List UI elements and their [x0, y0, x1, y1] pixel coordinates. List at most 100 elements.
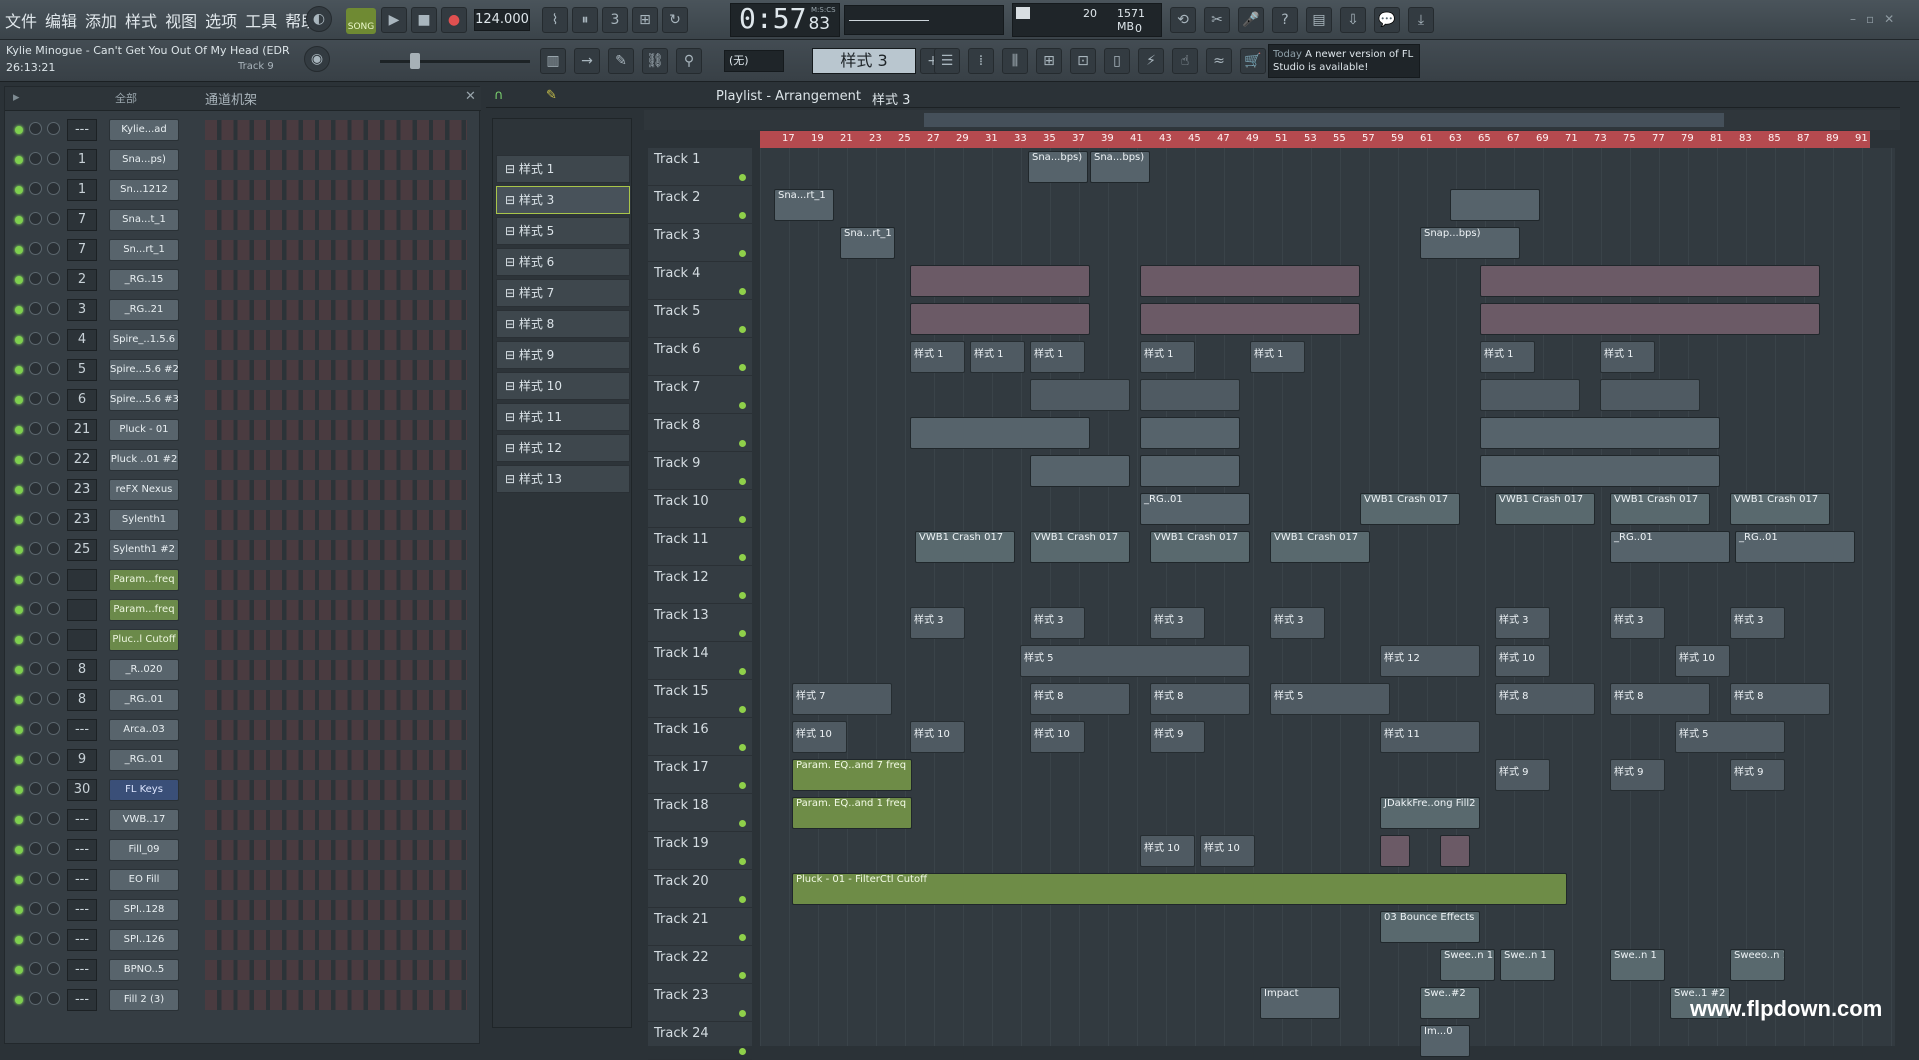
- track-enable-led[interactable]: [739, 668, 746, 675]
- playlist-clip[interactable]: 样式 12: [1380, 645, 1480, 677]
- channel-row[interactable]: 30 FL Keys: [5, 775, 475, 805]
- channel-active-led[interactable]: [15, 426, 23, 434]
- channel-name-button[interactable]: Kylie...ad: [109, 119, 179, 141]
- channel-row[interactable]: 22 Pluck ..01 #2: [5, 445, 475, 475]
- pan-knob-icon[interactable]: [29, 932, 42, 945]
- menu-view[interactable]: 视图: [164, 8, 198, 32]
- mixer-track-number[interactable]: 7: [67, 239, 97, 261]
- track-enable-led[interactable]: [739, 516, 746, 523]
- menu-file[interactable]: 文件: [4, 8, 38, 32]
- rack-arrow-icon[interactable]: ▸: [13, 90, 20, 105]
- channel-name-button[interactable]: _RG..21: [109, 299, 179, 321]
- volume-knob-icon[interactable]: [47, 962, 60, 975]
- playlist-clip[interactable]: 样式 8: [1495, 683, 1595, 715]
- mixer-track-number[interactable]: ---: [67, 929, 97, 951]
- channel-active-led[interactable]: [15, 726, 23, 734]
- channel-active-led[interactable]: [15, 936, 23, 944]
- step-sequencer[interactable]: [205, 900, 467, 920]
- channel-active-led[interactable]: [15, 966, 23, 974]
- pattern-item[interactable]: ⊟ 样式 12: [496, 434, 630, 462]
- track-header[interactable]: Track 1: [648, 148, 752, 186]
- pattern-item[interactable]: ⊟ 样式 13: [496, 465, 630, 493]
- mixer-track-number[interactable]: 3: [67, 299, 97, 321]
- channel-name-button[interactable]: SPI..128: [109, 899, 179, 921]
- download-icon[interactable]: ⤓: [1408, 7, 1434, 33]
- channel-active-led[interactable]: [15, 756, 23, 764]
- playlist-clip[interactable]: [1140, 455, 1240, 487]
- record-icon[interactable]: ●: [441, 7, 467, 33]
- track-enable-led[interactable]: [739, 896, 746, 903]
- volume-knob-icon[interactable]: [47, 302, 60, 315]
- channel-name-button[interactable]: Sn...1212: [109, 179, 179, 201]
- playlist-clip[interactable]: 样式 5: [1020, 645, 1250, 677]
- pan-knob-icon[interactable]: [29, 992, 42, 1005]
- playlist-clip[interactable]: Im...0: [1420, 1025, 1470, 1057]
- volume-knob-icon[interactable]: [47, 992, 60, 1005]
- playlist-clip[interactable]: [1600, 379, 1700, 411]
- playlist-clip[interactable]: VWB1 Crash 017: [1495, 493, 1595, 525]
- channel-name-button[interactable]: Sylenth1 #2: [109, 539, 179, 561]
- pattern-item[interactable]: ⊟ 样式 7: [496, 279, 630, 307]
- save-icon[interactable]: ▤: [1306, 7, 1332, 33]
- volume-knob-icon[interactable]: [47, 362, 60, 375]
- step-sequencer[interactable]: [205, 180, 467, 200]
- pan-knob-icon[interactable]: [29, 542, 42, 555]
- channel-active-led[interactable]: [15, 696, 23, 704]
- mixer-track-number[interactable]: 7: [67, 209, 97, 231]
- track-enable-led[interactable]: [739, 934, 746, 941]
- mixer-track-number[interactable]: ---: [67, 719, 97, 741]
- arrangement-scrollbar[interactable]: [924, 113, 1724, 127]
- channel-row[interactable]: 6 Spire...5.6 #3: [5, 385, 475, 415]
- mixer-track-number[interactable]: 4: [67, 329, 97, 351]
- export-icon[interactable]: ⇩: [1340, 7, 1366, 33]
- pattern-item[interactable]: ⊟ 样式 11: [496, 403, 630, 431]
- step-sequencer[interactable]: [205, 630, 467, 650]
- mixer-track-number[interactable]: [67, 629, 97, 651]
- track-enable-led[interactable]: [739, 592, 746, 599]
- tempo-display[interactable]: 124.000: [474, 9, 530, 31]
- channel-row[interactable]: 7 Sna...t_1: [5, 205, 475, 235]
- channel-row[interactable]: 25 Sylenth1 #2: [5, 535, 475, 565]
- volume-knob-icon[interactable]: [47, 332, 60, 345]
- playlist-clip[interactable]: VWB1 Crash 017: [1150, 531, 1250, 563]
- mixer-track-number[interactable]: 23: [67, 479, 97, 501]
- playlist-clip[interactable]: 样式 10: [1140, 835, 1195, 867]
- volume-knob-icon[interactable]: [47, 272, 60, 285]
- chat-icon[interactable]: 💬: [1374, 7, 1400, 33]
- step-sequencer[interactable]: [205, 720, 467, 740]
- track-header[interactable]: Track 24: [648, 1022, 752, 1060]
- track-enable-led[interactable]: [739, 364, 746, 371]
- song-mode-toggle[interactable]: SONG: [346, 8, 376, 34]
- channel-active-led[interactable]: [15, 486, 23, 494]
- playlist-clip[interactable]: 样式 1: [970, 341, 1025, 373]
- playlist-clip[interactable]: 样式 3: [1030, 607, 1085, 639]
- menu-edit[interactable]: 编辑: [44, 8, 78, 32]
- close-icon[interactable]: ✕: [465, 89, 476, 104]
- playlist-clip[interactable]: 样式 3: [1610, 607, 1665, 639]
- pan-knob-icon[interactable]: [29, 842, 42, 855]
- playlist-clip[interactable]: Sna...rt_1: [840, 227, 895, 259]
- pan-knob-icon[interactable]: [29, 122, 42, 135]
- track-header[interactable]: Track 20: [648, 870, 752, 908]
- track-enable-led[interactable]: [739, 782, 746, 789]
- pan-knob-icon[interactable]: [29, 392, 42, 405]
- playlist-clip[interactable]: Swe..n 1: [1610, 949, 1665, 981]
- cut-icon[interactable]: ✂: [1204, 7, 1230, 33]
- channel-filter[interactable]: 全部: [115, 90, 137, 106]
- news-panel[interactable]: Today A newer version of FL Studio is av…: [1268, 44, 1420, 78]
- channel-name-button[interactable]: _RG..01: [109, 689, 179, 711]
- snap-select[interactable]: (无): [724, 50, 784, 72]
- channel-name-button[interactable]: _RG..01: [109, 749, 179, 771]
- playlist-clip[interactable]: 样式 10: [910, 721, 965, 753]
- channel-active-led[interactable]: [15, 816, 23, 824]
- pattern-item[interactable]: ⊟ 样式 3: [496, 186, 630, 214]
- pan-knob-icon[interactable]: [29, 482, 42, 495]
- playlist-clip[interactable]: [1140, 379, 1240, 411]
- channel-row[interactable]: --- SPI..128: [5, 895, 475, 925]
- draw-tool-icon[interactable]: ✎: [546, 88, 557, 103]
- pan-knob-icon[interactable]: [29, 362, 42, 375]
- volume-knob-icon[interactable]: [47, 542, 60, 555]
- playlist-clip[interactable]: _RG..01: [1735, 531, 1855, 563]
- magnet-icon[interactable]: ∩: [494, 88, 504, 103]
- step-sequencer[interactable]: [205, 150, 467, 170]
